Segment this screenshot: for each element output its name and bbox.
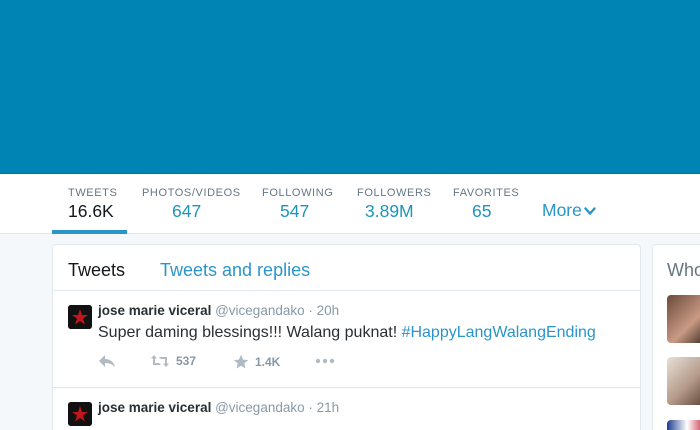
tweet-author-name[interactable]: jose marie viceral (98, 303, 211, 318)
tweet-header: jose marie viceral @vicegandako · 21h (98, 400, 339, 415)
star-icon (233, 354, 249, 369)
who-to-follow-title: Who (667, 260, 700, 280)
profile-nav: TWEETS 16.6K PHOTOS/VIDEOS 647 FOLLOWING… (0, 174, 700, 234)
who-to-follow-module: Who (652, 244, 700, 430)
tweet-hashtag[interactable]: #HappyLangWalangEnding (402, 324, 596, 341)
tweet-text: Super daming blessings!!! Walang puknat!… (98, 324, 596, 342)
stat-followers-value: 3.89M (365, 201, 414, 221)
profile-header-banner (0, 0, 700, 174)
more-label: More (542, 200, 582, 220)
more-menu-button[interactable]: More (542, 200, 596, 221)
stat-favorites-label: FAVORITES (453, 187, 520, 199)
favorite-button[interactable]: 1.4K (233, 354, 280, 370)
avatar[interactable] (68, 402, 92, 426)
stat-tweets-label: TWEETS (68, 187, 118, 199)
tweet-actions: 537 1.4K (98, 354, 398, 370)
tab-tweets[interactable]: Tweets (68, 260, 125, 281)
stat-followers[interactable]: FOLLOWERS 3.89M (357, 174, 437, 234)
tweet-separator: · (308, 303, 313, 318)
tweet-item[interactable]: jose marie viceral @vicegandako · 21h (53, 388, 640, 430)
retweet-button[interactable]: 537 (150, 354, 196, 368)
avatar-star-logo (68, 305, 92, 329)
avatar-star-logo (68, 402, 92, 426)
stat-favorites[interactable]: FAVORITES 65 (453, 174, 523, 234)
stat-tweets[interactable]: TWEETS 16.6K (52, 174, 127, 234)
reply-icon (99, 355, 115, 367)
tab-tweets-and-replies[interactable]: Tweets and replies (160, 260, 310, 281)
tweet-text-body: Super daming blessings!!! Walang puknat! (98, 324, 402, 341)
suggested-user-avatar[interactable] (667, 295, 700, 343)
tweet-timestamp[interactable]: 20h (317, 303, 340, 318)
stat-followers-label: FOLLOWERS (357, 187, 432, 199)
retweet-icon (151, 355, 169, 367)
favorite-count: 1.4K (255, 355, 281, 369)
reply-button[interactable] (98, 354, 116, 368)
timeline: Tweets Tweets and replies jose marie vic… (52, 244, 641, 430)
avatar[interactable] (68, 305, 92, 329)
ellipsis-icon (315, 358, 335, 364)
more-options-button[interactable] (315, 357, 335, 365)
tweet-author-handle[interactable]: @vicegandako (215, 303, 305, 318)
stat-photos-videos-value: 647 (172, 201, 202, 221)
stat-photos-videos-label: PHOTOS/VIDEOS (142, 187, 241, 199)
stat-favorites-value: 65 (472, 201, 492, 221)
suggested-user-avatar[interactable] (667, 357, 700, 405)
stat-following-label: FOLLOWING (262, 187, 334, 199)
stat-following-value: 547 (280, 201, 310, 221)
tweet-separator: · (308, 400, 313, 415)
tweet-header: jose marie viceral @vicegandako · 20h (98, 303, 339, 318)
suggested-user-avatar[interactable] (667, 420, 700, 430)
tweet-author-name[interactable]: jose marie viceral (98, 400, 211, 415)
chevron-down-icon (584, 207, 596, 216)
timeline-tabs: Tweets Tweets and replies (53, 245, 640, 291)
tweet-timestamp[interactable]: 21h (317, 400, 340, 415)
retweet-count: 537 (176, 354, 197, 368)
stat-tweets-value: 16.6K (68, 201, 114, 221)
stat-following[interactable]: FOLLOWING 547 (262, 174, 342, 234)
tweet-author-handle[interactable]: @vicegandako (215, 400, 305, 415)
stat-photos-videos[interactable]: PHOTOS/VIDEOS 647 (142, 174, 242, 234)
tweet-item[interactable]: jose marie viceral @vicegandako · 20h Su… (53, 291, 640, 388)
